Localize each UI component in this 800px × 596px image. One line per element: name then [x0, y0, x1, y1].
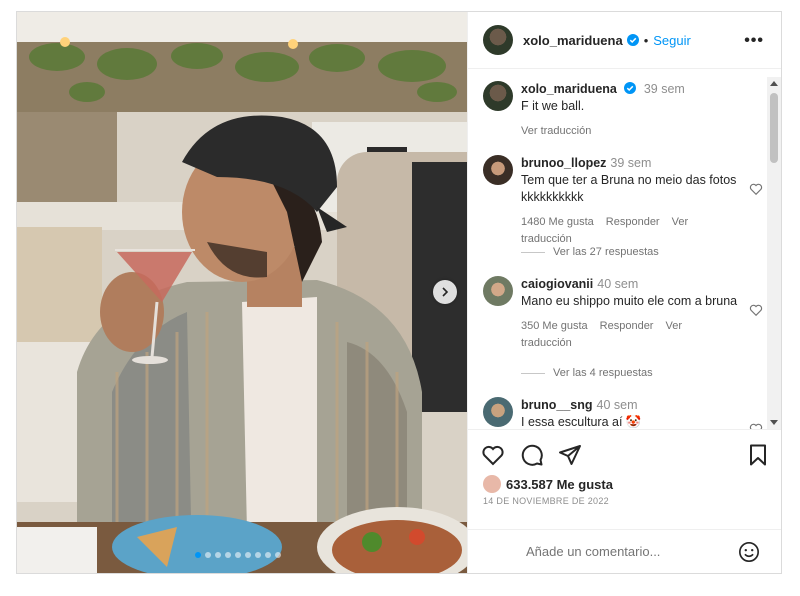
- heart-icon[interactable]: [749, 182, 763, 196]
- heart-icon[interactable]: [481, 443, 505, 467]
- verified-badge-icon: [626, 34, 639, 46]
- replies-line: [521, 251, 545, 253]
- scroll-down-arrow[interactable]: [770, 420, 778, 425]
- post-date: 14 DE NOVIEMBRE DE 2022: [483, 496, 609, 506]
- reply-link[interactable]: Responder: [606, 216, 660, 228]
- caption-text: F it we ball.: [521, 99, 585, 113]
- chevron-right-icon: [442, 287, 449, 297]
- carousel-dot: [215, 552, 221, 558]
- carousel-dot: [205, 552, 211, 558]
- comment-input[interactable]: [524, 543, 728, 560]
- comments-list: xolo_mariduena 39 sem F it we ball. Ver …: [468, 69, 781, 429]
- carousel-dot: [245, 552, 251, 558]
- share-icon[interactable]: [558, 443, 582, 467]
- likes-count-text[interactable]: 633.587 Me gusta: [506, 477, 613, 492]
- caption-avatar[interactable]: [483, 81, 513, 111]
- commenter-avatar[interactable]: [483, 276, 513, 306]
- next-photo-button[interactable]: [433, 280, 457, 304]
- author-username[interactable]: xolo_mariduena: [523, 33, 623, 48]
- carousel-dot: [275, 552, 281, 558]
- comment-time: 39 sem: [610, 156, 652, 170]
- replies-text[interactable]: Ver las 4 respuestas: [553, 367, 653, 379]
- comment-text: Tem que ter a Bruna no meio das fotos kk…: [521, 173, 737, 204]
- comments-scrollbar[interactable]: [767, 77, 781, 429]
- photo-illustration: [17, 12, 467, 573]
- comment-time: 40 sem: [597, 277, 639, 291]
- caption-username[interactable]: xolo_mariduena: [521, 82, 617, 96]
- verified-badge-icon: [624, 82, 637, 94]
- comment-username[interactable]: brunoo_llopez: [521, 156, 606, 170]
- post-photo[interactable]: [17, 12, 467, 573]
- caption-time: 39 sem: [643, 82, 685, 96]
- reply-link[interactable]: Responder: [600, 320, 654, 332]
- carousel-dot: [265, 552, 271, 558]
- carousel-dot: [235, 552, 241, 558]
- post-actions: 633.587 Me gusta 14 DE NOVIEMBRE DE 2022: [468, 429, 781, 529]
- carousel-dot: [195, 552, 201, 558]
- post-dialog: xolo_mariduena • Seguir ••• xolo_maridue…: [16, 11, 782, 574]
- heart-icon[interactable]: [749, 422, 763, 429]
- view-replies-link[interactable]: Ver las 4 respuestas: [521, 367, 653, 379]
- comment-time: 40 sem: [596, 398, 638, 412]
- view-replies-link[interactable]: Ver las 27 respuestas: [521, 246, 659, 258]
- replies-text[interactable]: Ver las 27 respuestas: [553, 246, 659, 258]
- comment-text: Mano eu shippo muito ele com a bruna: [521, 294, 738, 308]
- post-sidebar: xolo_mariduena • Seguir ••• xolo_maridue…: [467, 12, 781, 573]
- caption-translate-link[interactable]: Ver traducción: [521, 125, 591, 137]
- comment-text: I essa escultura aí 🤡: [521, 415, 642, 429]
- comment-likes[interactable]: 350 Me gusta: [521, 320, 588, 332]
- comment-likes[interactable]: 1480 Me gusta: [521, 216, 594, 228]
- heart-icon[interactable]: [749, 303, 763, 317]
- author-avatar[interactable]: [483, 25, 513, 55]
- scroll-up-arrow[interactable]: [770, 81, 778, 86]
- scroll-thumb[interactable]: [770, 93, 778, 163]
- liker-avatar: [483, 475, 501, 493]
- commenter-avatar[interactable]: [483, 155, 513, 185]
- comment-username[interactable]: bruno__sng: [521, 398, 593, 412]
- add-comment-bar: [468, 529, 781, 573]
- replies-line: [521, 372, 545, 374]
- follow-button[interactable]: Seguir: [653, 33, 691, 48]
- more-options-button[interactable]: •••: [744, 32, 764, 50]
- carousel-indicators: [195, 552, 281, 558]
- comment-username[interactable]: caiogiovanii: [521, 277, 593, 291]
- carousel-dot: [225, 552, 231, 558]
- bookmark-icon[interactable]: [746, 443, 770, 467]
- emoji-icon[interactable]: [738, 541, 760, 563]
- likes-count[interactable]: 633.587 Me gusta: [483, 475, 613, 493]
- comment-icon[interactable]: [520, 443, 544, 467]
- post-header: xolo_mariduena • Seguir •••: [468, 12, 781, 69]
- carousel-dot: [255, 552, 261, 558]
- commenter-avatar[interactable]: [483, 397, 513, 427]
- header-separator: •: [643, 32, 649, 48]
